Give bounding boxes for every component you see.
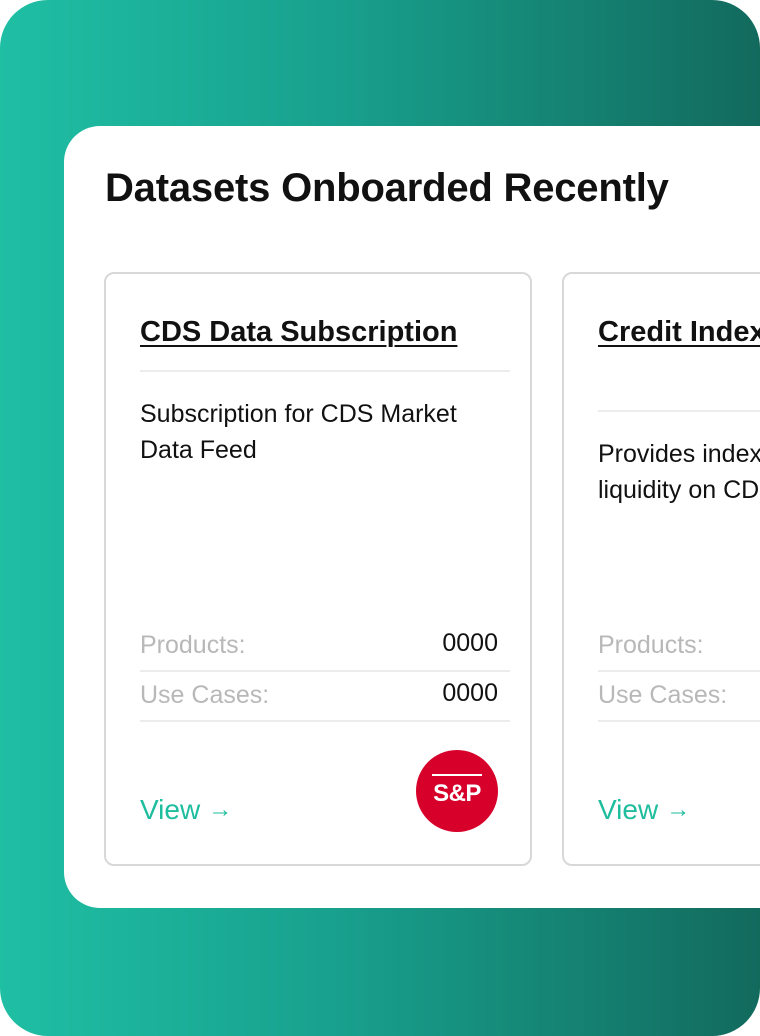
products-row: Products: 0000 <box>140 622 510 672</box>
use-cases-label: Use Cases: <box>598 681 728 709</box>
use-cases-row: Use Cases: <box>598 672 760 722</box>
view-link[interactable]: View → <box>140 794 232 826</box>
card-divider <box>140 370 510 372</box>
products-label: Products: <box>598 631 704 659</box>
arrow-right-icon: → <box>666 796 691 823</box>
products-value: 0000 <box>442 629 498 657</box>
card-divider <box>598 410 760 412</box>
gradient-background: Datasets Onboarded Recently CDS Data Sub… <box>0 0 760 1036</box>
logo-text: S&P <box>433 780 481 807</box>
products-row: Products: <box>598 622 760 672</box>
dataset-title-link[interactable]: CDS Data Subscription <box>140 312 520 352</box>
products-label: Products: <box>140 631 246 659</box>
dataset-description: Subscription for CDS Market Data Feed <box>140 400 457 464</box>
dataset-card: Credit Index Pricing Provides index pric… <box>562 272 760 866</box>
dataset-card: CDS Data Subscription Subscription for C… <box>104 272 532 866</box>
use-cases-value: 0000 <box>442 679 498 707</box>
sp-logo: S&P <box>416 750 498 832</box>
logo-bar <box>432 774 482 776</box>
arrow-right-icon: → <box>208 796 233 823</box>
view-label: View <box>140 794 201 825</box>
use-cases-row: Use Cases: 0000 <box>140 672 510 722</box>
view-link[interactable]: View → <box>598 794 690 826</box>
panel-title: Datasets Onboarded Recently <box>105 166 669 210</box>
use-cases-label: Use Cases: <box>140 681 270 709</box>
view-label: View <box>598 794 659 825</box>
dataset-title-link[interactable]: Credit Index Pricing <box>598 312 760 352</box>
datasets-panel: Datasets Onboarded Recently CDS Data Sub… <box>64 126 760 908</box>
dataset-description: Provides index pricing and liquidity on … <box>598 440 760 504</box>
